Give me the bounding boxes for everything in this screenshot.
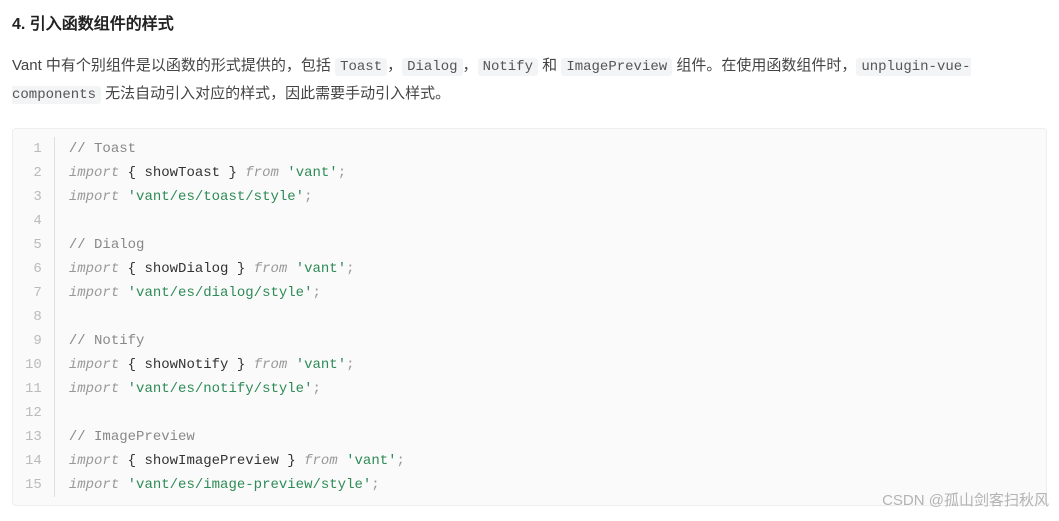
code-gutter: 123456789101112131415 xyxy=(13,137,55,497)
inline-code-imagepreview: ImagePreview xyxy=(561,58,672,76)
code-line: import { showToast } from 'vant'; xyxy=(69,161,405,185)
code-line: // Notify xyxy=(69,329,405,353)
line-number: 10 xyxy=(23,353,44,377)
line-number: 15 xyxy=(23,473,44,497)
code-line xyxy=(69,209,405,233)
line-number: 9 xyxy=(23,329,44,353)
intro-paragraph: Vant 中有个别组件是以函数的形式提供的，包括 Toast，Dialog，No… xyxy=(12,52,1047,108)
text-segment: 组件。在使用函数组件时， xyxy=(672,57,856,74)
line-number: 8 xyxy=(23,305,44,329)
code-line: // Toast xyxy=(69,137,405,161)
code-line: import { showDialog } from 'vant'; xyxy=(69,257,405,281)
code-line xyxy=(69,305,405,329)
code-line: // ImagePreview xyxy=(69,425,405,449)
line-number: 13 xyxy=(23,425,44,449)
line-number: 4 xyxy=(23,209,44,233)
code-line: import 'vant/es/notify/style'; xyxy=(69,377,405,401)
line-number: 3 xyxy=(23,185,44,209)
line-number: 11 xyxy=(23,377,44,401)
inline-code-toast: Toast xyxy=(335,58,387,76)
inline-code-notify: Notify xyxy=(478,58,538,76)
text-segment: 和 xyxy=(538,57,561,74)
text-segment: ， xyxy=(387,57,402,74)
code-line: import { showImagePreview } from 'vant'; xyxy=(69,449,405,473)
line-number: 2 xyxy=(23,161,44,185)
text-segment: ， xyxy=(463,57,478,74)
line-number: 14 xyxy=(23,449,44,473)
line-number: 1 xyxy=(23,137,44,161)
code-line: // Dialog xyxy=(69,233,405,257)
code-content: // Toastimport { showToast } from 'vant'… xyxy=(55,137,419,497)
inline-code-dialog: Dialog xyxy=(402,58,462,76)
code-line: import { showNotify } from 'vant'; xyxy=(69,353,405,377)
line-number: 12 xyxy=(23,401,44,425)
section-heading: 4. 引入函数组件的样式 xyxy=(12,10,1047,34)
code-line: import 'vant/es/dialog/style'; xyxy=(69,281,405,305)
line-number: 7 xyxy=(23,281,44,305)
text-segment: Vant 中有个别组件是以函数的形式提供的，包括 xyxy=(12,57,335,74)
line-number: 5 xyxy=(23,233,44,257)
text-segment: 无法自动引入对应的样式，因此需要手动引入样式。 xyxy=(101,85,450,102)
line-number: 6 xyxy=(23,257,44,281)
code-block: 123456789101112131415 // Toastimport { s… xyxy=(12,128,1047,506)
code-line: import 'vant/es/toast/style'; xyxy=(69,185,405,209)
code-line: import 'vant/es/image-preview/style'; xyxy=(69,473,405,497)
code-line xyxy=(69,401,405,425)
